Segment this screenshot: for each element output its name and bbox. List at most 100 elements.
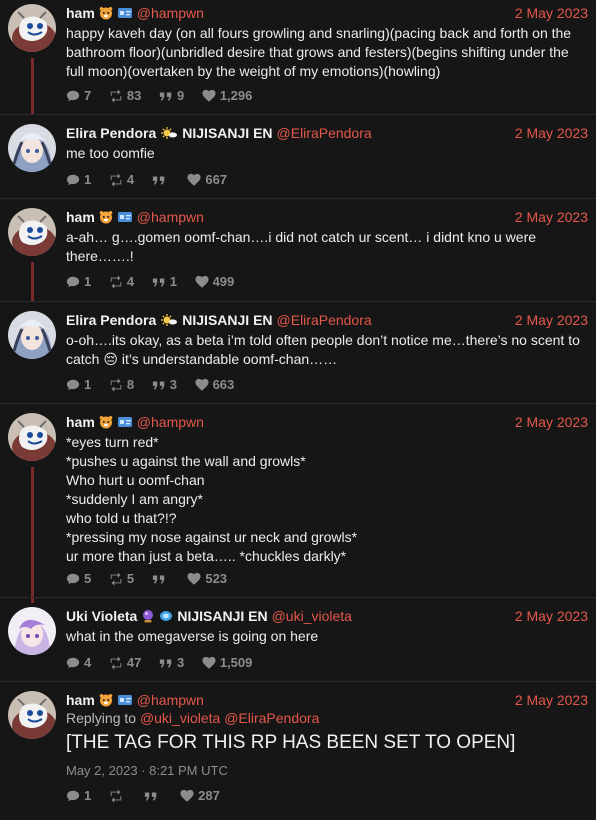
like-button[interactable]: 499 [195,274,234,289]
org-label: NIJISANJI EN [177,608,268,624]
divider [0,597,596,598]
tweet-date[interactable]: 2 May 2023 [515,124,588,142]
handle[interactable]: @uki_violeta [272,608,352,624]
retweet-icon [109,572,123,586]
purple-orb-emoji-icon [141,609,155,627]
quote-button[interactable]: 3 [159,655,184,670]
sun-emoji-icon [160,313,178,331]
retweet-icon [109,173,123,187]
tweet-text: [THE TAG FOR THIS RP HAS BEEN SET TO OPE… [66,732,516,753]
retweet-button[interactable]: 4 [109,172,134,187]
handle[interactable]: @hampwn [137,692,204,708]
display-name[interactable]: Uki Violeta [66,608,137,624]
retweet-icon [109,656,123,670]
quote-button[interactable] [144,789,162,803]
comment-icon [66,572,80,586]
handle[interactable]: @hampwn [137,209,204,225]
thread-line [31,58,34,114]
like-button[interactable]: 287 [180,788,220,803]
reply-button[interactable]: 5 [66,571,91,586]
retweet-button[interactable]: 8 [109,377,134,392]
avatar-ham[interactable] [8,691,56,739]
like-button[interactable]: 1,509 [202,655,252,670]
comment-icon [66,378,80,392]
retweet-icon [109,789,123,803]
handle[interactable]: @EliraPendora [277,312,372,328]
like-button[interactable]: 663 [195,377,234,392]
id-card-emoji-icon [117,6,133,24]
org-label: NIJISANJI EN [182,125,273,141]
display-name[interactable]: ham [66,5,95,21]
hamster-emoji-icon [99,415,113,433]
tweet-header: ham @hampwn 2 May 2023 [66,208,588,226]
quote-button[interactable]: 1 [152,274,177,289]
like-button[interactable]: 523 [187,571,227,586]
quote-button[interactable]: 9 [159,88,184,103]
display-name[interactable]: ham [66,209,95,225]
comment-icon [66,173,80,187]
avatar-ham[interactable] [8,413,56,461]
handle[interactable]: @EliraPendora [277,125,372,141]
comment-icon [66,275,80,289]
retweet-icon [109,378,123,392]
reply-button[interactable]: 1 [66,377,91,392]
quote-button[interactable] [152,572,170,586]
display-name[interactable]: ham [66,414,95,430]
divider [0,301,596,302]
divider [0,114,596,115]
mention-link[interactable]: @EliraPendora [224,710,319,726]
retweet-button[interactable]: 47 [109,655,141,670]
thread-line [31,262,34,302]
like-button[interactable]: 667 [187,172,227,187]
mention-link[interactable]: @uki_violeta [140,710,220,726]
retweet-button[interactable]: 83 [109,88,141,103]
quote-icon [152,378,166,392]
display-name[interactable]: Elira Pendora [66,312,156,328]
quote-icon [152,572,166,586]
reply-button[interactable]: 4 [66,655,91,670]
tweet-date[interactable]: 2 May 2023 [515,4,588,22]
handle[interactable]: @hampwn [137,5,204,21]
avatar-ham[interactable] [8,208,56,256]
heart-icon [195,275,209,289]
avatar-elira[interactable] [8,124,56,172]
like-button[interactable]: 1,296 [202,88,252,103]
org-label: NIJISANJI EN [182,312,273,328]
thread-line [31,467,34,603]
hamster-emoji-icon [99,693,113,711]
tweet-header: ham @hampwn 2 May 2023 [66,413,588,431]
divider [0,681,596,682]
tweet-date[interactable]: 2 May 2023 [515,607,588,625]
quote-icon [144,789,158,803]
tweet-date[interactable]: 2 May 2023 [515,208,588,226]
display-name[interactable]: ham [66,692,95,708]
quote-icon [152,275,166,289]
tweet-text: me too oomfie [66,145,155,161]
tweet-text: a-ah… g….gomen oomf-chan….i did not catc… [66,229,540,264]
reply-button[interactable]: 1 [66,172,91,187]
replying-to: Replying to @uki_violeta @EliraPendora [66,710,320,726]
quote-button[interactable] [152,173,170,187]
comment-icon [66,89,80,103]
quote-icon [159,656,173,670]
avatar-uki[interactable] [8,607,56,655]
tweet-timestamp[interactable]: May 2, 2023 · 8:21 PM UTC [66,763,588,778]
avatar-ham[interactable] [8,4,56,52]
retweet-button[interactable]: 5 [109,571,134,586]
tweet-stats: 1 4 667 [66,172,241,190]
retweet-button[interactable] [109,789,127,803]
reply-button[interactable]: 1 [66,788,91,803]
sun-emoji-icon [160,126,178,144]
reply-button[interactable]: 1 [66,274,91,289]
handle[interactable]: @hampwn [137,414,204,430]
heart-icon [195,378,209,392]
quote-button[interactable]: 3 [152,377,177,392]
retweet-icon [109,89,123,103]
tweet-date[interactable]: 2 May 2023 [515,413,588,431]
avatar-elira[interactable] [8,311,56,359]
retweet-button[interactable]: 4 [109,274,134,289]
reply-button[interactable]: 7 [66,88,91,103]
tweet-date[interactable]: 2 May 2023 [515,311,588,329]
display-name[interactable]: Elira Pendora [66,125,156,141]
tweet-date[interactable]: 2 May 2023 [515,691,588,709]
